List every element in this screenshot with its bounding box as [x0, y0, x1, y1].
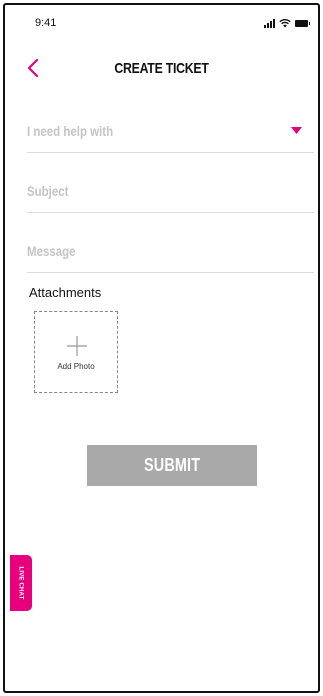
help-with-dropdown[interactable]: I need help with: [27, 109, 314, 153]
caret-down-icon[interactable]: [291, 127, 302, 134]
phone-frame: 9:41 CREATE TICKET I need help with Subj…: [3, 3, 320, 693]
wifi-icon: [279, 18, 291, 28]
signal-icon: [264, 18, 275, 28]
help-with-placeholder: I need help with: [27, 122, 114, 139]
submit-label: SUBMIT: [143, 455, 201, 475]
submit-button[interactable]: SUBMIT: [87, 445, 257, 486]
subject-placeholder: Subject: [27, 182, 69, 199]
attachments-label: Attachments: [29, 285, 102, 300]
subject-input[interactable]: Subject: [27, 169, 314, 213]
battery-icon: [295, 19, 310, 27]
message-input[interactable]: Message: [27, 229, 314, 273]
live-chat-tab[interactable]: LIVE CHAT: [10, 555, 32, 611]
status-time: 9:41: [35, 17, 57, 29]
live-chat-label: LIVE CHAT: [18, 566, 24, 600]
status-icons: [264, 18, 310, 28]
plus-icon: [67, 336, 87, 356]
page-title: CREATE TICKET: [114, 60, 209, 77]
add-photo-label: Add Photo: [57, 362, 95, 371]
message-placeholder: Message: [27, 242, 76, 259]
add-photo-button[interactable]: Add Photo: [34, 311, 118, 393]
